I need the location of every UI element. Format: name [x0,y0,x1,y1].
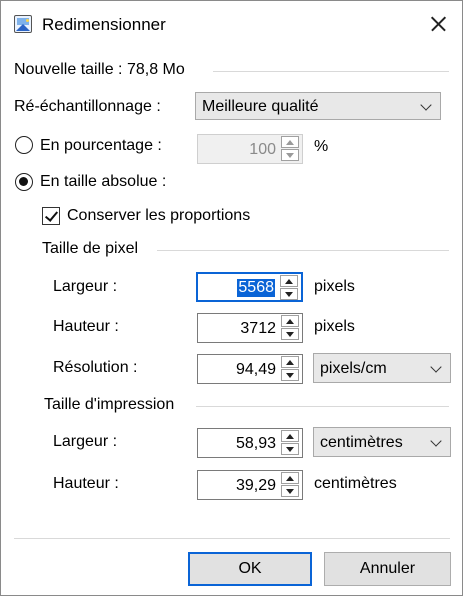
print-height-label: Hauteur : [53,475,119,492]
resolution-unit-value: pixels/cm [320,360,387,377]
new-size-label: Nouvelle taille : 78,8 Mo [14,61,185,78]
decrement-arrow-icon[interactable] [280,288,298,300]
decrement-arrow-icon[interactable] [281,443,299,455]
percentage-unit: % [314,138,329,155]
title-bar[interactable]: Redimensionner [1,1,462,47]
pixel-width-stepper[interactable]: 5568 [196,272,303,302]
resize-grip[interactable] [452,585,462,595]
increment-arrow-icon[interactable] [281,315,299,327]
percentage-stepper[interactable]: 100 [197,134,303,164]
percentage-value: 100 [249,141,276,158]
window-title: Redimensionner [42,15,166,34]
resolution-value: 94,49 [235,361,276,378]
chevron-down-icon [420,99,432,111]
decrement-arrow-icon[interactable] [281,485,299,497]
resolution-stepper[interactable]: 94,49 [197,354,303,384]
pixel-size-divider [157,250,449,251]
pixel-width-value: 5568 [237,279,275,297]
print-width-value: 58,93 [235,435,276,452]
pixel-width-unit: pixels [314,278,355,295]
resampling-label: Ré-échantillonnage : [14,98,161,115]
cancel-button[interactable]: Annuler [324,552,451,586]
pixel-height-stepper[interactable]: 3712 [197,313,303,343]
increment-arrow-icon[interactable] [281,430,299,442]
pixel-height-value: 3712 [240,320,276,337]
pixel-height-unit: pixels [314,318,355,335]
absolute-size-radio[interactable] [15,173,33,191]
pixel-size-heading: Taille de pixel [42,240,139,257]
pixel-width-label: Largeur : [53,278,118,295]
print-unit-value: centimètres [320,434,403,451]
chevron-down-icon [430,435,442,447]
print-size-divider [196,406,449,407]
resampling-select[interactable]: Meilleure qualité [195,92,441,120]
percentage-label: En pourcentage : [40,137,162,154]
resize-dialog: Redimensionner Nouvelle taille : 78,8 Mo… [0,0,463,596]
decrement-arrow-icon[interactable] [281,149,299,161]
ok-button[interactable]: OK [188,552,312,586]
print-size-heading: Taille d'impression [44,396,175,413]
print-height-value: 39,29 [235,477,276,494]
increment-arrow-icon[interactable] [281,136,299,148]
print-width-stepper[interactable]: 58,93 [197,428,303,458]
keep-proportions-label: Conserver les proportions [67,207,251,224]
resampling-value: Meilleure qualité [202,98,319,115]
print-unit-select[interactable]: centimètres [313,427,451,457]
decrement-arrow-icon[interactable] [281,369,299,381]
decrement-arrow-icon[interactable] [281,328,299,340]
new-size-divider [213,71,449,72]
image-resize-icon [14,15,32,33]
increment-arrow-icon[interactable] [280,275,298,287]
pixel-height-label: Hauteur : [53,318,119,335]
checkmark-icon [44,208,59,222]
absolute-size-label: En taille absolue : [40,173,167,190]
keep-proportions-checkbox[interactable] [42,207,60,225]
print-height-unit: centimètres [314,475,397,492]
close-icon[interactable] [419,7,457,41]
print-height-stepper[interactable]: 39,29 [197,470,303,500]
increment-arrow-icon[interactable] [281,356,299,368]
resolution-unit-select[interactable]: pixels/cm [313,353,451,383]
increment-arrow-icon[interactable] [281,472,299,484]
resolution-label: Résolution : [53,359,138,376]
percentage-radio[interactable] [15,136,33,154]
footer-divider [14,538,450,539]
print-width-label: Largeur : [53,433,118,450]
chevron-down-icon [430,361,442,373]
